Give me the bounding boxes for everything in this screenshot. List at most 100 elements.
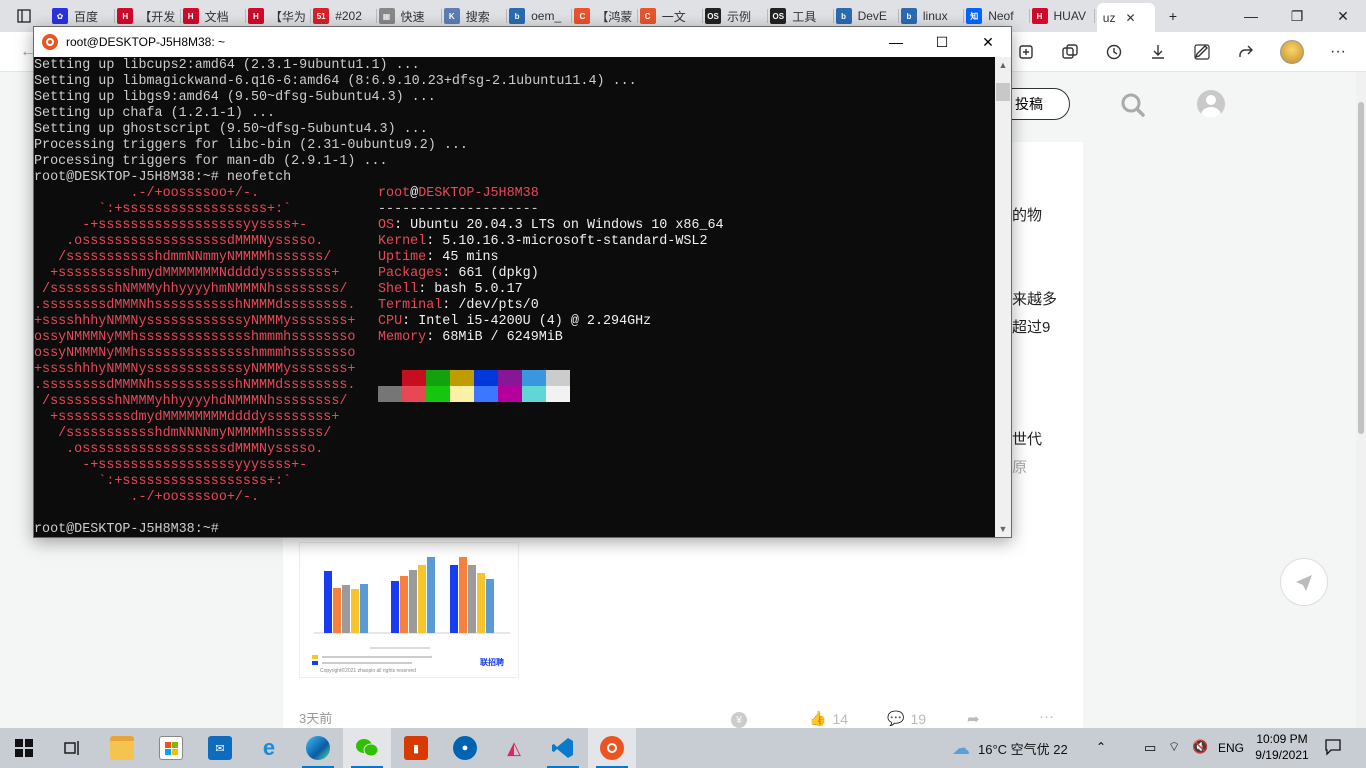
- neofetch-key: OS: [378, 218, 395, 233]
- like-button[interactable]: 👍 14: [809, 710, 848, 727]
- battery-icon[interactable]: ▭: [1144, 740, 1156, 756]
- article-text-fragment: 来越多: [1012, 291, 1058, 308]
- vscode-button[interactable]: [539, 728, 587, 768]
- mail-button[interactable]: ✉: [196, 728, 244, 768]
- tab-favicon-icon: OS: [770, 8, 787, 24]
- browser-tab[interactable]: OS 示例: [705, 4, 766, 28]
- comment-button[interactable]: 💬 19: [887, 710, 926, 727]
- send-float-button[interactable]: [1280, 558, 1328, 606]
- app-button[interactable]: ◭: [490, 728, 538, 768]
- browser-tab[interactable]: b DevE: [835, 4, 897, 28]
- browser-tab[interactable]: C 一文: [639, 4, 701, 28]
- maps-button[interactable]: ●: [441, 728, 489, 768]
- neofetch-info-row: Shell: bash 5.0.17: [378, 282, 523, 298]
- neofetch-key: Shell: [378, 282, 419, 297]
- settings-more-icon[interactable]: ···: [1326, 40, 1350, 64]
- ubuntu-terminal-button[interactable]: [588, 728, 636, 768]
- store-button[interactable]: [147, 728, 195, 768]
- neofetch-value: 68MiB / 6249MiB: [442, 330, 563, 345]
- tab-close-icon[interactable]: ✕: [1125, 11, 1135, 25]
- wifi-icon[interactable]: ⌔: [1168, 739, 1180, 755]
- browser-tab[interactable]: ✿ 百度: [52, 4, 113, 28]
- browser-tab[interactable]: K 搜索: [443, 4, 505, 28]
- file-explorer-button[interactable]: [98, 728, 146, 768]
- maps-pin-icon: ●: [453, 736, 477, 760]
- weather-widget[interactable]: ☁ 16°C 空气优 22: [952, 728, 1068, 768]
- terminal-scrollbar[interactable]: ▲ ▼: [995, 57, 1011, 537]
- start-button[interactable]: [0, 728, 48, 768]
- tab-label: 【华为: [269, 9, 306, 24]
- signal-app-icon: ◭: [507, 737, 521, 758]
- article-chart-image[interactable]: 联招聘 Copyright©2021 zhaopin all rights re…: [299, 542, 519, 678]
- browser-tab[interactable]: H HUAV: [1031, 4, 1093, 28]
- terminal-output[interactable]: Setting up libcups2:amd64 (2.3.1-9ubuntu…: [34, 57, 995, 537]
- downloads-icon[interactable]: [1146, 40, 1170, 64]
- store-icon: [159, 736, 183, 760]
- terminal-title: root@DESKTOP-J5H8M38: ~: [66, 35, 226, 49]
- collections-icon[interactable]: [1058, 40, 1082, 64]
- browser-tab[interactable]: OS 工具: [770, 4, 831, 28]
- web-capture-icon[interactable]: [1190, 40, 1214, 64]
- task-view-button[interactable]: [48, 728, 96, 768]
- notification-center-icon[interactable]: [1324, 738, 1342, 759]
- new-tab-button[interactable]: +: [1150, 0, 1196, 32]
- palette-swatch: [498, 386, 522, 402]
- reading-view-icon[interactable]: [1014, 40, 1038, 64]
- restore-icon[interactable]: ❐: [1274, 0, 1320, 32]
- terminal-line: Setting up libcups2:amd64 (2.3.1-9ubuntu…: [34, 58, 420, 73]
- share-article-icon[interactable]: ➦: [967, 710, 980, 728]
- browser-tab[interactable]: 51 #202: [313, 4, 374, 28]
- wechat-button[interactable]: [343, 728, 391, 768]
- terminal-minimize-icon[interactable]: —: [873, 27, 919, 57]
- article-text-fragment: 的物: [1012, 207, 1043, 224]
- clock[interactable]: 10:09 PM 9/19/2021: [1252, 731, 1312, 763]
- neofetch-info-row: CPU: Intel i5-4200U (4) @ 2.294GHz: [378, 314, 651, 330]
- terminal-prompt: root@DESKTOP-J5H8M38:~#: [34, 522, 219, 537]
- neofetch-colon: :: [442, 266, 459, 281]
- comment-icon: 💬: [887, 710, 905, 726]
- page-scrollbar[interactable]: [1356, 72, 1366, 728]
- browser-tab[interactable]: H 【华为: [247, 4, 309, 28]
- browser-tab[interactable]: ▦ 快速: [378, 4, 440, 28]
- office-button[interactable]: ▮: [392, 728, 440, 768]
- terminal-titlebar[interactable]: root@DESKTOP-J5H8M38: ~ — ☐ ✕: [34, 27, 1011, 57]
- reward-icon[interactable]: ¥: [731, 712, 747, 728]
- close-icon[interactable]: ✕: [1320, 0, 1366, 32]
- user-avatar-icon[interactable]: [1197, 90, 1225, 118]
- terminal-close-icon[interactable]: ✕: [965, 27, 1011, 57]
- tab-label: DevE: [857, 9, 887, 23]
- browser-tab[interactable]: C 【鸿蒙: [574, 4, 635, 28]
- history-icon[interactable]: [1102, 40, 1126, 64]
- internet-explorer-icon: e: [262, 735, 276, 760]
- palette-swatch: [378, 386, 402, 402]
- taskbar: ✉ e ▮ ● ◭ ☁ 16°C 空气优 22 ⌃ ▭ ⌔ 🔇 ENG 10:0…: [0, 728, 1366, 768]
- neofetch-value: bash 5.0.17: [434, 282, 523, 297]
- browser-tab[interactable]: H 【开发: [117, 4, 178, 28]
- profile-avatar[interactable]: [1280, 40, 1304, 64]
- tab-favicon-icon: b: [835, 8, 852, 24]
- terminal-window[interactable]: root@DESKTOP-J5H8M38: ~ — ☐ ✕ Setting up…: [33, 26, 1012, 538]
- volume-icon[interactable]: 🔇: [1192, 739, 1208, 755]
- terminal-maximize-icon[interactable]: ☐: [919, 27, 965, 57]
- search-icon[interactable]: [1120, 92, 1146, 118]
- ascii-logo-line: -+ssssssssssssssssssyyssss+-: [34, 218, 308, 233]
- tab-active[interactable]: uz ✕: [1096, 3, 1155, 32]
- browser-tab[interactable]: H 文档: [182, 4, 244, 28]
- show-hidden-icons[interactable]: ⌃: [1096, 740, 1106, 754]
- minimize-icon[interactable]: —: [1228, 0, 1274, 32]
- ie-button[interactable]: e: [245, 728, 293, 768]
- neofetch-value: Ubuntu 20.04.3 LTS on Windows 10 x86_64: [410, 218, 724, 233]
- browser-tab[interactable]: b linux: [900, 4, 962, 28]
- input-language[interactable]: ENG: [1218, 741, 1244, 755]
- share-icon[interactable]: [1234, 40, 1258, 64]
- neofetch-host: DESKTOP-J5H8M38: [418, 186, 539, 201]
- neofetch-info-row: OS: Ubuntu 20.04.3 LTS on Windows 10 x86…: [378, 218, 724, 234]
- palette-swatch: [378, 370, 402, 386]
- browser-tab[interactable]: 知 Neof: [966, 4, 1027, 28]
- tab-favicon-icon: ✿: [52, 8, 68, 24]
- browser-tab[interactable]: b oem_: [509, 4, 570, 28]
- edge-button[interactable]: [294, 728, 342, 768]
- neofetch-key: CPU: [378, 314, 403, 329]
- ascii-logo-line: .ssssssssdMMMNhsssssssssshNMMMdssssssss.: [34, 378, 356, 393]
- more-options-icon[interactable]: ···: [1039, 708, 1054, 725]
